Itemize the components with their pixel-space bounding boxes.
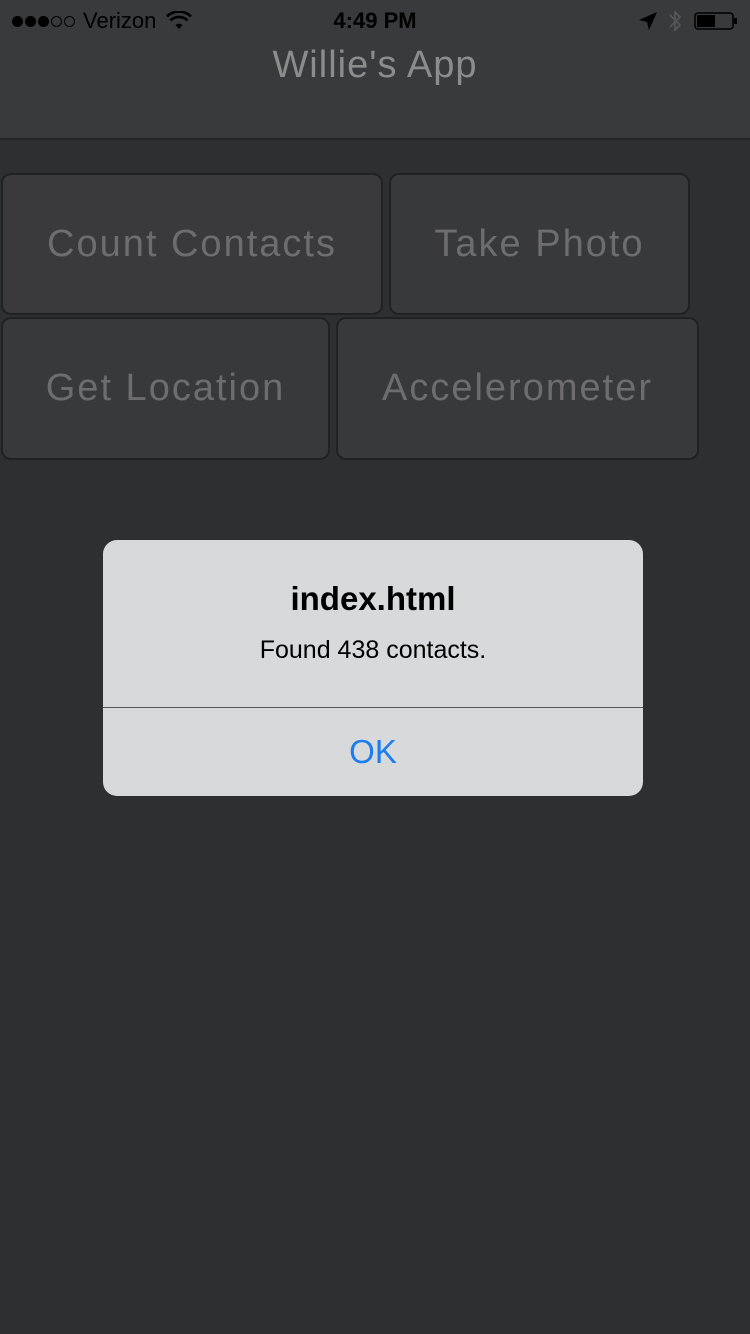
- location-arrow-icon: [639, 12, 657, 30]
- battery-icon: [694, 12, 737, 30]
- alert-message: Found 438 contacts.: [259, 636, 487, 664]
- alert-title: index.html: [290, 580, 456, 617]
- take-photo-button[interactable]: Take Photo: [389, 173, 690, 315]
- count-contacts-label: Count Contacts: [47, 222, 337, 265]
- ok-button[interactable]: OK: [103, 708, 643, 796]
- get-location-label: Get Location: [45, 367, 286, 409]
- status-right: [638, 9, 738, 33]
- count-contacts-button[interactable]: Count Contacts: [1, 173, 383, 315]
- accelerometer-label: Accelerometer: [382, 367, 653, 409]
- status-bar: Verizon 4:49 PM: [0, 0, 750, 40]
- alert-dialog: index.html Found 438 contacts. OK: [103, 540, 643, 796]
- bluetooth-icon: [669, 9, 682, 33]
- page-title: Willie's App: [272, 44, 478, 86]
- get-location-button[interactable]: Get Location: [1, 317, 330, 460]
- app-screen: Willie's App Verizon 4:49 PM Count Conta…: [0, 0, 750, 1334]
- take-photo-label: Take Photo: [434, 222, 645, 265]
- accelerometer-button[interactable]: Accelerometer: [336, 317, 699, 460]
